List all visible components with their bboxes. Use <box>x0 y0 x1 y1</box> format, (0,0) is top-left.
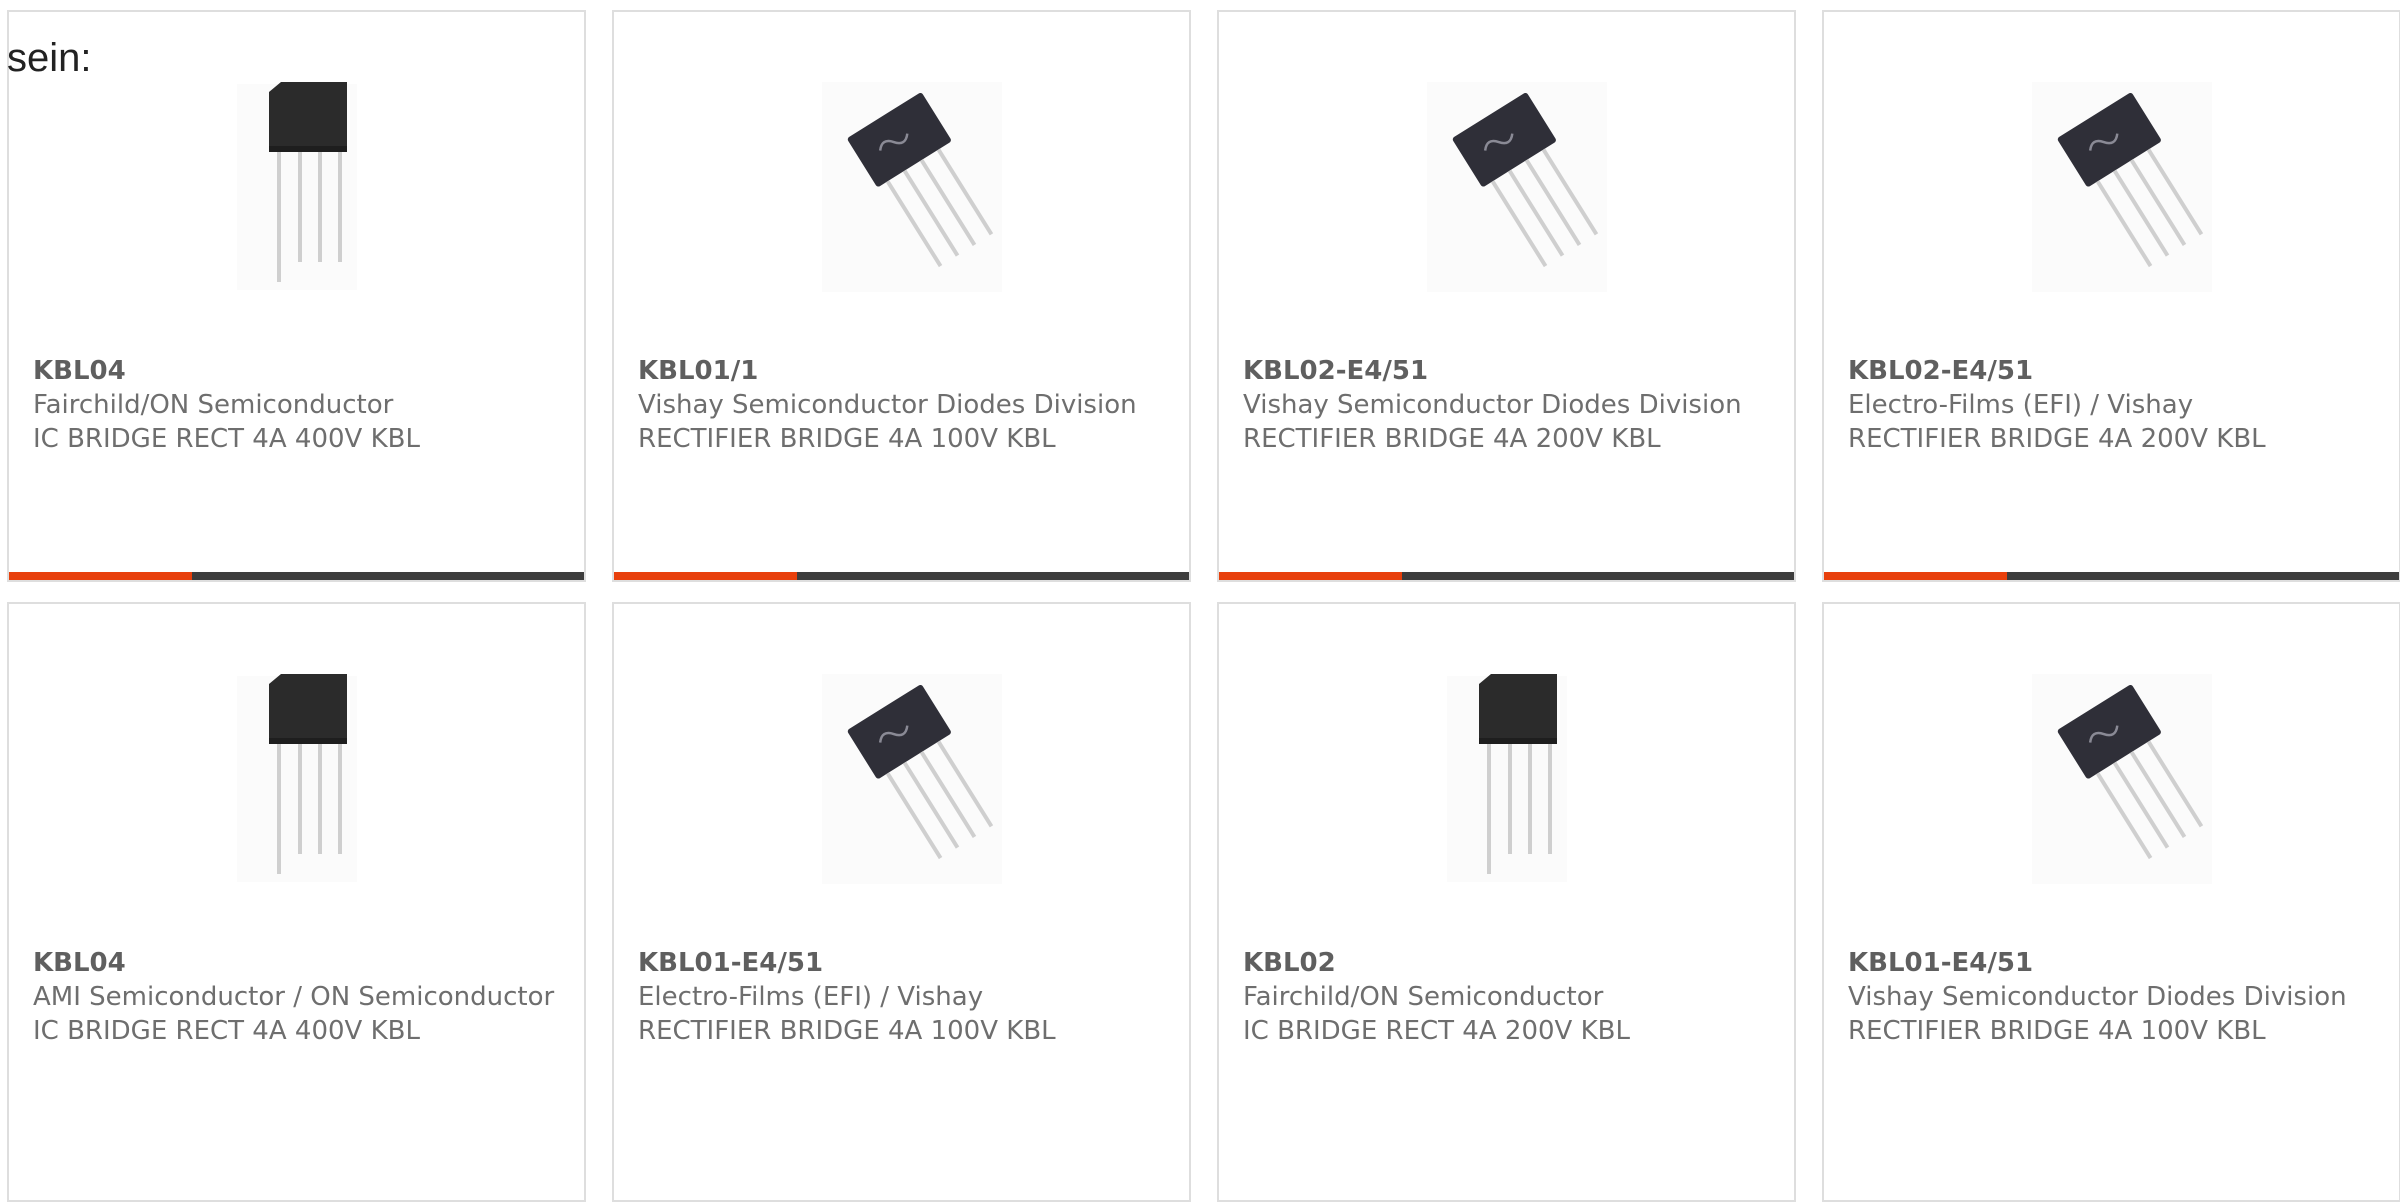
description: RECTIFIER BRIDGE 4A 200V KBL <box>1848 424 2266 454</box>
description: RECTIFIER BRIDGE 4A 100V KBL <box>1848 1016 2266 1046</box>
product-card[interactable]: KBL04 Fairchild/ON Semiconductor IC BRID… <box>7 10 586 582</box>
card-accent-bar <box>9 572 584 580</box>
accent-segment <box>614 572 797 580</box>
product-image[interactable] <box>197 82 397 292</box>
product-card[interactable]: KBL02 Fairchild/ON Semiconductor IC BRID… <box>1217 602 1796 1202</box>
product-card[interactable]: KBL01-E4/51 Vishay Semiconductor Diodes … <box>1822 602 2400 1202</box>
manufacturer: Vishay Semiconductor Diodes Division <box>638 390 1137 420</box>
manufacturer: Electro-Films (EFI) / Vishay <box>638 982 984 1012</box>
card-accent-bar <box>614 572 1189 580</box>
manufacturer: Vishay Semiconductor Diodes Division <box>1243 390 1742 420</box>
part-number[interactable]: KBL01-E4/51 <box>638 946 1165 980</box>
kbl-vertical-package-icon <box>236 82 357 290</box>
card-accent-bar <box>1219 572 1794 580</box>
product-grid: KBL04 Fairchild/ON Semiconductor IC BRID… <box>7 10 2400 1202</box>
description: IC BRIDGE RECT 4A 200V KBL <box>1243 1016 1630 1046</box>
manufacturer: AMI Semiconductor / ON Semiconductor <box>33 982 555 1012</box>
part-number[interactable]: KBL01/1 <box>638 354 1165 388</box>
manufacturer: Electro-Films (EFI) / Vishay <box>1848 390 2194 420</box>
product-image[interactable] <box>1407 82 1607 292</box>
part-number[interactable]: KBL01-E4/51 <box>1848 946 2375 980</box>
product-image[interactable] <box>802 82 1002 292</box>
product-image[interactable] <box>1407 674 1607 884</box>
manufacturer: Fairchild/ON Semiconductor <box>33 390 394 420</box>
kbl-vertical-package-icon <box>1446 674 1567 882</box>
lead-text: sein: <box>7 36 92 80</box>
product-card[interactable]: KBL01/1 Vishay Semiconductor Diodes Divi… <box>612 10 1191 582</box>
manufacturer: Vishay Semiconductor Diodes Division <box>1848 982 2347 1012</box>
product-image[interactable] <box>197 674 397 884</box>
part-number[interactable]: KBL02-E4/51 <box>1243 354 1770 388</box>
kbl-tilted-package-icon <box>821 674 1002 884</box>
kbl-tilted-package-icon <box>2031 674 2212 884</box>
accent-segment <box>1219 572 1402 580</box>
product-image[interactable] <box>802 674 1002 884</box>
part-number[interactable]: KBL04 <box>33 354 560 388</box>
accent-segment <box>9 572 192 580</box>
description: IC BRIDGE RECT 4A 400V KBL <box>33 1016 420 1046</box>
part-number[interactable]: KBL02-E4/51 <box>1848 354 2375 388</box>
part-number[interactable]: KBL02 <box>1243 946 1770 980</box>
product-card[interactable]: KBL02-E4/51 Vishay Semiconductor Diodes … <box>1217 10 1796 582</box>
description: RECTIFIER BRIDGE 4A 100V KBL <box>638 424 1056 454</box>
description: RECTIFIER BRIDGE 4A 100V KBL <box>638 1016 1056 1046</box>
kbl-tilted-package-icon <box>821 82 1002 292</box>
product-image[interactable] <box>2012 674 2212 884</box>
kbl-tilted-package-icon <box>1426 82 1607 292</box>
kbl-tilted-package-icon <box>2031 82 2212 292</box>
description: RECTIFIER BRIDGE 4A 200V KBL <box>1243 424 1661 454</box>
product-card[interactable]: KBL01-E4/51 Electro-Films (EFI) / Vishay… <box>612 602 1191 1202</box>
product-card[interactable]: KBL04 AMI Semiconductor / ON Semiconduct… <box>7 602 586 1202</box>
card-accent-bar <box>1824 572 2399 580</box>
accent-segment <box>1824 572 2007 580</box>
kbl-vertical-package-icon <box>236 674 357 882</box>
product-card[interactable]: KBL02-E4/51 Electro-Films (EFI) / Vishay… <box>1822 10 2400 582</box>
manufacturer: Fairchild/ON Semiconductor <box>1243 982 1604 1012</box>
product-image[interactable] <box>2012 82 2212 292</box>
description: IC BRIDGE RECT 4A 400V KBL <box>33 424 420 454</box>
part-number[interactable]: KBL04 <box>33 946 560 980</box>
